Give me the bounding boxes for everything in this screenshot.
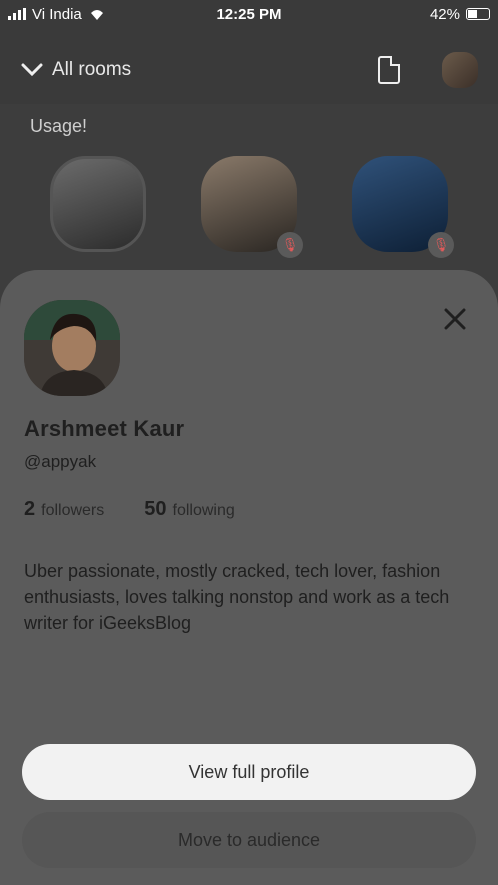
close-icon	[444, 308, 466, 330]
view-full-profile-button[interactable]: View full profile	[22, 744, 476, 800]
mic-muted-icon: 🎙	[428, 232, 454, 258]
document-icon[interactable]	[378, 56, 400, 84]
speaker-avatar[interactable]: 🎙	[201, 156, 303, 258]
clock: 12:25 PM	[216, 5, 282, 23]
profile-photo[interactable]	[24, 300, 120, 396]
battery-icon	[466, 8, 490, 20]
following-label: following	[172, 502, 235, 519]
move-to-audience-button[interactable]: Move to audience	[22, 812, 476, 868]
close-button[interactable]	[438, 302, 472, 336]
wifi-icon	[90, 10, 103, 20]
speaker-avatar[interactable]: 🎙	[352, 156, 454, 258]
mic-muted-icon: 🎙	[277, 232, 303, 258]
followers-label: followers	[41, 502, 105, 519]
speaker-list: 🎙 🎙	[50, 156, 454, 258]
follow-stats: 2 followers 50 following	[24, 498, 235, 521]
following-count: 50	[144, 498, 167, 520]
profile-bio: Uber passionate, mostly cracked, tech lo…	[24, 561, 450, 633]
all-rooms-label: All rooms	[52, 59, 132, 80]
top-bar: All rooms	[0, 44, 498, 96]
followers-count: 2	[24, 498, 36, 520]
carrier-label: Vi India	[32, 5, 82, 23]
avatar[interactable]	[442, 52, 478, 88]
profile-handle: @appyak	[24, 452, 97, 471]
signal-icon	[8, 8, 26, 20]
status-bar: Vi India 12:25 PM 42%	[0, 0, 498, 28]
following-link[interactable]: 50 following	[144, 498, 235, 521]
chevron-down-icon	[21, 63, 43, 77]
battery-label: 42%	[429, 5, 460, 23]
all-rooms-button[interactable]: All rooms	[20, 59, 131, 81]
room-topic: Usage!	[30, 116, 88, 136]
profile-name: Arshmeet Kaur	[24, 416, 185, 441]
speaker-avatar[interactable]	[50, 156, 146, 252]
followers-link[interactable]: 2 followers	[24, 498, 104, 521]
profile-photo-image	[24, 300, 120, 396]
